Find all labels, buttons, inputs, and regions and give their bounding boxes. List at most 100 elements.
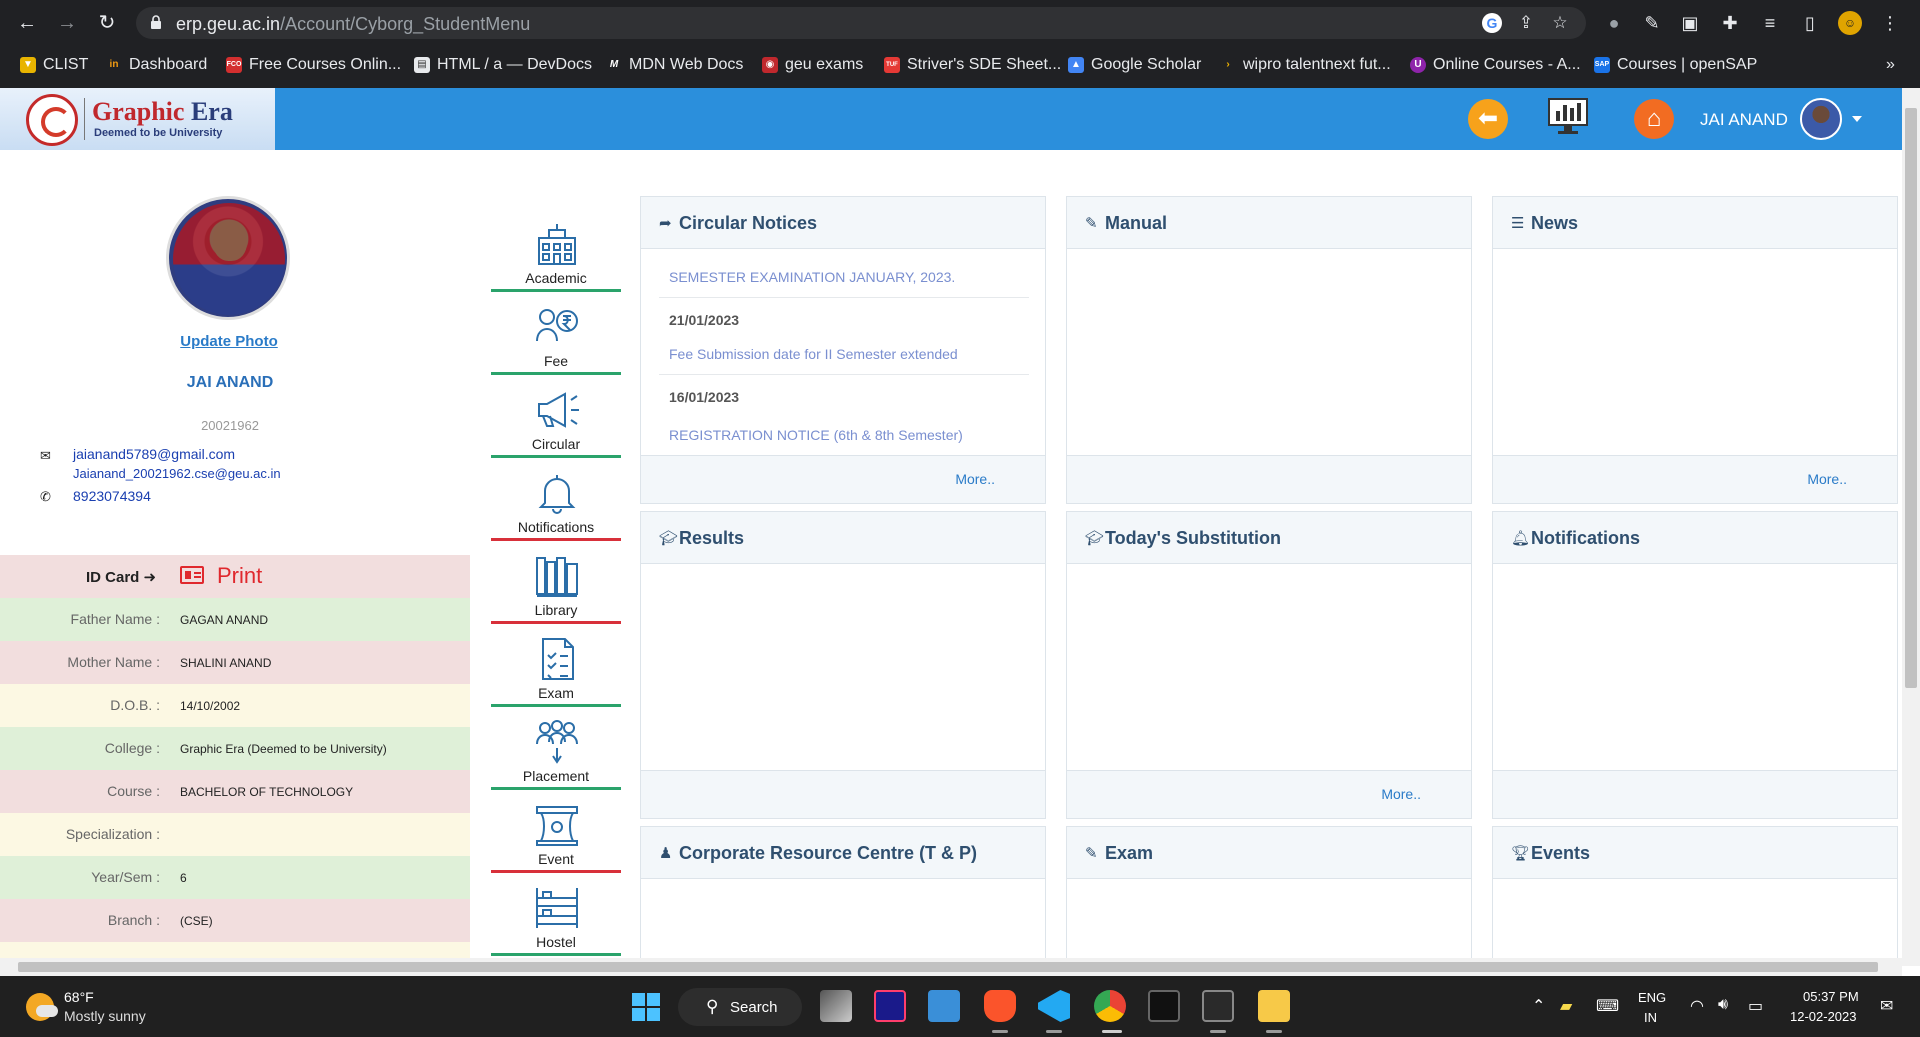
bookmark-dashboard[interactable]: in Dashboard bbox=[106, 54, 207, 76]
chevron-down-icon[interactable] bbox=[1852, 116, 1862, 122]
panel-results: 🎓︎ Results bbox=[640, 511, 1046, 819]
module-hostel[interactable]: Hostel bbox=[491, 876, 621, 956]
taskbar-search[interactable]: ⚲ Search bbox=[678, 988, 802, 1026]
phone-number[interactable]: 8923074394 bbox=[73, 488, 151, 504]
circular-item[interactable]: SEMESTER EXAMINATION JANUARY, 2023. bbox=[669, 269, 955, 285]
vscode-icon[interactable] bbox=[1038, 990, 1070, 1022]
notepad-icon[interactable] bbox=[928, 990, 960, 1022]
bookmark-free-courses[interactable]: FCO Free Courses Onlin... bbox=[226, 54, 401, 76]
update-photo-link[interactable]: Update Photo bbox=[178, 333, 280, 350]
module-notifications[interactable]: Notifications bbox=[491, 461, 621, 541]
dashboard-icon: in bbox=[106, 57, 122, 73]
clock-date[interactable]: 12-02-2023 bbox=[1790, 1009, 1857, 1024]
share-icon[interactable]: ⇪ bbox=[1516, 13, 1536, 33]
terminal-icon[interactable] bbox=[1148, 990, 1180, 1022]
id-card-icon[interactable] bbox=[180, 566, 204, 584]
module-label: Event bbox=[538, 851, 574, 867]
panel-header: ☰ News bbox=[1493, 197, 1897, 249]
task-view-icon[interactable] bbox=[820, 990, 852, 1022]
email-official[interactable]: Jaianand_20021962.cse@geu.ac.in bbox=[73, 466, 281, 481]
home-icon[interactable]: ⌂ bbox=[1634, 99, 1674, 139]
module-fee[interactable]: Fee bbox=[491, 295, 621, 375]
sticky-note-icon[interactable]: ▰ bbox=[1560, 996, 1572, 1016]
panel-footer: More.. bbox=[641, 455, 1045, 503]
vertical-scrollbar-thumb[interactable] bbox=[1905, 108, 1917, 688]
more-link[interactable]: More.. bbox=[955, 471, 995, 487]
brave-browser-icon[interactable] bbox=[984, 990, 1016, 1022]
info-value: 6 bbox=[180, 871, 187, 885]
module-library[interactable]: Library bbox=[491, 544, 621, 624]
extension-pen-icon[interactable]: ✎ bbox=[1640, 11, 1664, 35]
address-bar[interactable]: erp.geu.ac.in/Account/Cyborg_StudentMenu… bbox=[136, 7, 1586, 39]
bookmark-opensap[interactable]: SAP Courses | openSAP bbox=[1594, 54, 1757, 76]
forward-button[interactable]: → bbox=[54, 10, 80, 36]
bookmark-google-scholar[interactable]: ▲ Google Scholar bbox=[1068, 54, 1201, 76]
circular-item[interactable]: Fee Submission date for II Semester exte… bbox=[669, 346, 958, 362]
module-circular[interactable]: Circular bbox=[491, 378, 621, 458]
academic-building-icon bbox=[538, 224, 576, 265]
extensions-puzzle-icon[interactable]: ✚ bbox=[1718, 11, 1742, 35]
intellij-icon[interactable] bbox=[874, 990, 906, 1022]
email-personal[interactable]: jaianand5789@gmail.com bbox=[73, 446, 235, 462]
weather-temperature[interactable]: 68°F bbox=[64, 989, 94, 1005]
battery-icon[interactable]: ▭ bbox=[1748, 996, 1763, 1016]
file-explorer-icon[interactable] bbox=[1258, 990, 1290, 1022]
windows-start-icon[interactable] bbox=[631, 992, 661, 1022]
more-link[interactable]: More.. bbox=[1381, 786, 1421, 802]
chevron-up-icon[interactable]: ⌃ bbox=[1532, 996, 1545, 1016]
horizontal-scrollbar[interactable] bbox=[0, 958, 1902, 976]
powershell-icon[interactable] bbox=[1202, 990, 1234, 1022]
bookmarks-overflow-icon[interactable]: » bbox=[1886, 54, 1895, 76]
module-event[interactable]: Event bbox=[491, 793, 621, 873]
info-row-college: College : Graphic Era (Deemed to be Unive… bbox=[0, 727, 470, 770]
weather-description[interactable]: Mostly sunny bbox=[64, 1008, 146, 1024]
weather-sun-icon[interactable] bbox=[26, 993, 58, 1021]
header-avatar[interactable] bbox=[1800, 98, 1842, 140]
wifi-icon[interactable]: ◠ bbox=[1690, 996, 1704, 1016]
reading-list-icon[interactable]: ≡ bbox=[1758, 11, 1782, 35]
extension-glasses-icon[interactable]: ▣ bbox=[1678, 11, 1702, 35]
header-user-name[interactable]: JAI ANAND bbox=[1700, 110, 1788, 130]
print-link[interactable]: Print bbox=[217, 563, 262, 589]
panel-title: Events bbox=[1531, 843, 1591, 863]
profile-avatar-icon[interactable]: ☺ bbox=[1838, 11, 1862, 35]
volume-icon[interactable]: 🔊︎ bbox=[1718, 996, 1728, 1014]
module-exam[interactable]: Exam bbox=[491, 627, 621, 707]
vertical-scrollbar[interactable] bbox=[1902, 88, 1920, 966]
id-card-label[interactable]: ID Card ➜ bbox=[86, 568, 156, 586]
panel-manual: ✎ Manual bbox=[1066, 196, 1472, 504]
university-logo[interactable]: Graphic Era Deemed to be University bbox=[0, 88, 275, 150]
chrome-icon[interactable] bbox=[1094, 990, 1126, 1022]
side-panel-icon[interactable]: ▯ bbox=[1798, 11, 1822, 35]
language-indicator[interactable]: ENG bbox=[1638, 990, 1666, 1005]
bookmark-clist[interactable]: ▼ CLIST bbox=[20, 54, 88, 76]
google-lens-icon[interactable]: G bbox=[1482, 13, 1502, 33]
more-link[interactable]: More.. bbox=[1807, 471, 1847, 487]
module-academic[interactable]: Academic bbox=[491, 212, 621, 292]
reload-button[interactable]: ↻ bbox=[94, 10, 120, 36]
bookmark-label: HTML / a — DevDocs bbox=[437, 56, 592, 73]
bookmark-mdn[interactable]: M MDN Web Docs bbox=[606, 54, 743, 76]
module-placement[interactable]: Placement bbox=[491, 710, 621, 790]
bookmark-wipro[interactable]: › wipro talentnext fut... bbox=[1220, 54, 1391, 76]
chrome-menu-icon[interactable]: ⋮ bbox=[1878, 11, 1902, 35]
sap-icon: SAP bbox=[1594, 57, 1610, 73]
bookmark-striver[interactable]: TUF Striver's SDE Sheet... bbox=[884, 54, 1061, 76]
dashboard-monitor-icon[interactable] bbox=[1546, 97, 1590, 141]
bookmark-star-icon[interactable]: ☆ bbox=[1550, 13, 1570, 33]
extension-mic-icon[interactable]: ● bbox=[1602, 11, 1626, 35]
bookmark-devdocs[interactable]: ▤ HTML / a — DevDocs bbox=[414, 54, 592, 76]
horizontal-scrollbar-thumb[interactable] bbox=[18, 962, 1878, 972]
notification-center-icon[interactable]: ✉ bbox=[1880, 996, 1893, 1016]
circular-item[interactable]: REGISTRATION NOTICE (6th & 8th Semester) bbox=[669, 427, 963, 443]
back-arrow-icon[interactable]: ⬅ bbox=[1468, 99, 1508, 139]
region-indicator[interactable]: IN bbox=[1644, 1010, 1657, 1025]
bookmark-online-courses[interactable]: U Online Courses - A... bbox=[1410, 54, 1581, 76]
back-button[interactable]: ← bbox=[14, 10, 40, 36]
arrow-right-icon: ➜ bbox=[143, 569, 157, 586]
keyboard-icon[interactable]: ⌨ bbox=[1596, 996, 1619, 1016]
panel-header: ➦ Circular Notices bbox=[641, 197, 1045, 249]
clock-time[interactable]: 05:37 PM bbox=[1803, 989, 1859, 1004]
bookmark-label: wipro talentnext fut... bbox=[1243, 56, 1391, 73]
bookmark-geu-exams[interactable]: ◉ geu exams bbox=[762, 54, 863, 76]
